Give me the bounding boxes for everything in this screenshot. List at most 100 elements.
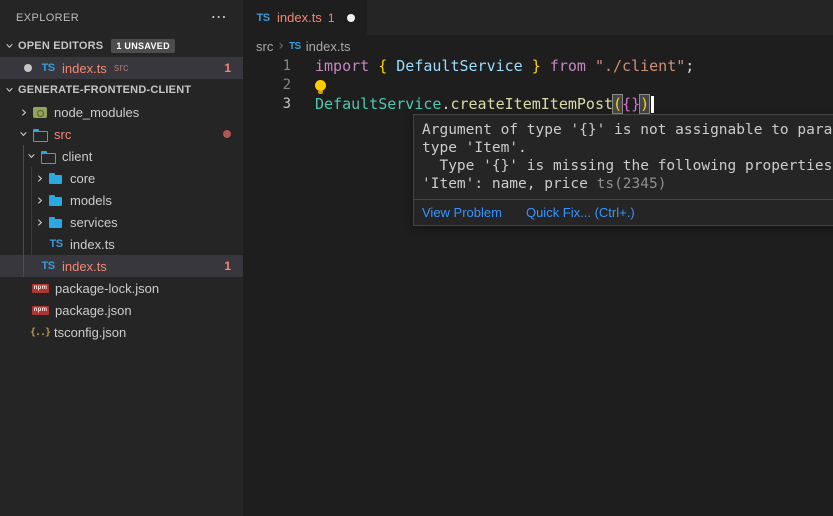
code-token: )	[640, 95, 649, 113]
code-text[interactable]: import { DefaultService } from "./client…	[291, 57, 694, 76]
workspace-label: GENERATE-FRONTEND-CLIENT	[18, 84, 191, 96]
code-token	[523, 57, 532, 75]
indent-guide	[31, 167, 32, 255]
tab-label: index.ts	[277, 10, 322, 25]
code-area[interactable]: 1import { DefaultService } from "./clien…	[243, 57, 833, 114]
tree-item-core[interactable]: core	[0, 167, 243, 189]
tab-error-count: 1	[328, 11, 335, 25]
chevron-right-icon	[32, 191, 48, 209]
code-line-1[interactable]: 1import { DefaultService } from "./clien…	[243, 57, 833, 76]
editor-group: index.ts 1 src index.ts 1import { Defaul…	[243, 0, 833, 516]
tree-item-package-json[interactable]: package.json	[0, 299, 243, 321]
tree-item-tsconfig-json[interactable]: tsconfig.json	[0, 321, 243, 343]
breadcrumb-file[interactable]: index.ts	[306, 39, 351, 54]
chevron-down-icon	[1, 38, 19, 54]
tree-item-label: index.ts	[62, 259, 107, 274]
error-count-badge: 1	[224, 61, 231, 75]
tree-item-label: package.json	[55, 303, 132, 318]
code-token: {	[378, 57, 387, 75]
tree-item-client[interactable]: client	[0, 145, 243, 167]
tab-bar: index.ts 1	[243, 0, 833, 35]
workspace-section-header[interactable]: GENERATE-FRONTEND-CLIENT	[0, 79, 243, 101]
tab-unsaved-dot-icon[interactable]	[347, 14, 355, 22]
chevron-right-icon	[278, 38, 284, 54]
breadcrumb: src index.ts	[243, 35, 833, 57]
explorer-title: EXPLORER	[16, 12, 79, 24]
tree-item-index-ts[interactable]: index.ts	[0, 233, 243, 255]
more-actions-icon[interactable]	[211, 10, 227, 26]
line-number: 1	[243, 57, 291, 76]
code-token: import	[315, 57, 369, 75]
code-text[interactable]: DefaultService.createItemItemPost({})	[291, 95, 654, 114]
code-token: createItemItemPost	[450, 95, 613, 113]
json-icon	[32, 324, 48, 340]
code-token: "./client"	[595, 57, 685, 75]
chevron-down-icon	[23, 148, 41, 164]
error-message-line: Type '{}' is missing the following prope…	[422, 157, 833, 175]
code-text[interactable]	[291, 76, 326, 95]
code-token: (	[613, 95, 622, 113]
error-message: Argument of type '{}' is not assignable …	[414, 115, 833, 199]
tree-item-label: tsconfig.json	[54, 325, 126, 340]
code-token: }	[532, 57, 541, 75]
code-token	[586, 57, 595, 75]
chevron-right-icon	[32, 213, 48, 231]
chevron-down-icon	[1, 82, 19, 98]
popup-actions: View Problem Quick Fix... (Ctrl+.)	[414, 199, 833, 225]
error-hover-popup: Argument of type '{}' is not assignable …	[413, 114, 833, 226]
open-editors-section-header[interactable]: OPEN EDITORS 1 UNSAVED	[0, 35, 243, 57]
folder-node-modules-icon	[32, 104, 48, 120]
folder-icon	[48, 192, 64, 208]
error-message-line: Argument of type '{}' is not assignable …	[422, 121, 833, 139]
typescript-file-icon	[48, 236, 64, 252]
chevron-right-icon	[16, 103, 32, 121]
tree-item-label: services	[70, 215, 118, 230]
tab-index-ts[interactable]: index.ts 1	[243, 0, 367, 35]
explorer-header: EXPLORER	[0, 0, 243, 35]
tree-item-src[interactable]: src	[0, 123, 243, 145]
code-token	[387, 57, 396, 75]
code-line-3[interactable]: 3DefaultService.createItemItemPost({})	[243, 95, 833, 114]
typescript-file-icon	[40, 60, 56, 76]
tree-item-label: node_modules	[54, 105, 139, 120]
tree-item-label: package-lock.json	[55, 281, 159, 296]
chevron-right-icon	[32, 169, 48, 187]
unsaved-dot-icon[interactable]	[24, 64, 32, 72]
open-editor-item-index-ts[interactable]: index.ts src 1	[0, 57, 243, 79]
tree-item-models[interactable]: models	[0, 189, 243, 211]
error-message-line: 'Item': name, price ts(2345)	[422, 175, 833, 193]
code-token: DefaultService	[396, 57, 522, 75]
lightbulb-icon[interactable]	[315, 80, 326, 91]
tree-item-label: models	[70, 193, 112, 208]
tree-item-label: src	[54, 127, 71, 142]
npm-icon	[32, 306, 49, 315]
tree-item-services[interactable]: services	[0, 211, 243, 233]
breadcrumb-folder[interactable]: src	[256, 39, 273, 54]
chevron-down-icon	[15, 126, 33, 142]
code-token: ;	[685, 57, 694, 75]
error-code-ref: ts(2345)	[588, 176, 667, 192]
open-editor-description: src	[114, 62, 129, 74]
indent-guide	[23, 145, 24, 277]
folder-error-dot-badge	[223, 130, 231, 138]
tree-item-node-modules[interactable]: node_modules	[0, 101, 243, 123]
file-tree: node_modulessrc client core models services i…	[0, 101, 243, 343]
view-problem-link[interactable]: View Problem	[422, 205, 502, 220]
error-message-line: type 'Item'.	[422, 139, 833, 157]
folder-icon	[48, 214, 64, 230]
code-token	[369, 57, 378, 75]
tree-item-package-lock-json[interactable]: package-lock.json	[0, 277, 243, 299]
code-line-2[interactable]: 2	[243, 76, 833, 95]
line-number: 3	[243, 95, 291, 114]
text-cursor	[651, 96, 654, 113]
typescript-file-icon	[289, 41, 301, 52]
tree-item-label: client	[62, 149, 92, 164]
folder-icon	[48, 170, 64, 186]
folder-open-icon	[40, 148, 56, 164]
quick-fix-link[interactable]: Quick Fix... (Ctrl+.)	[526, 205, 635, 220]
unsaved-count-badge: 1 UNSAVED	[111, 39, 175, 53]
folder-open-icon	[32, 126, 48, 142]
code-token: from	[550, 57, 586, 75]
tree-item-index-ts[interactable]: index.ts1	[0, 255, 243, 277]
tree-item-label: core	[70, 171, 95, 186]
